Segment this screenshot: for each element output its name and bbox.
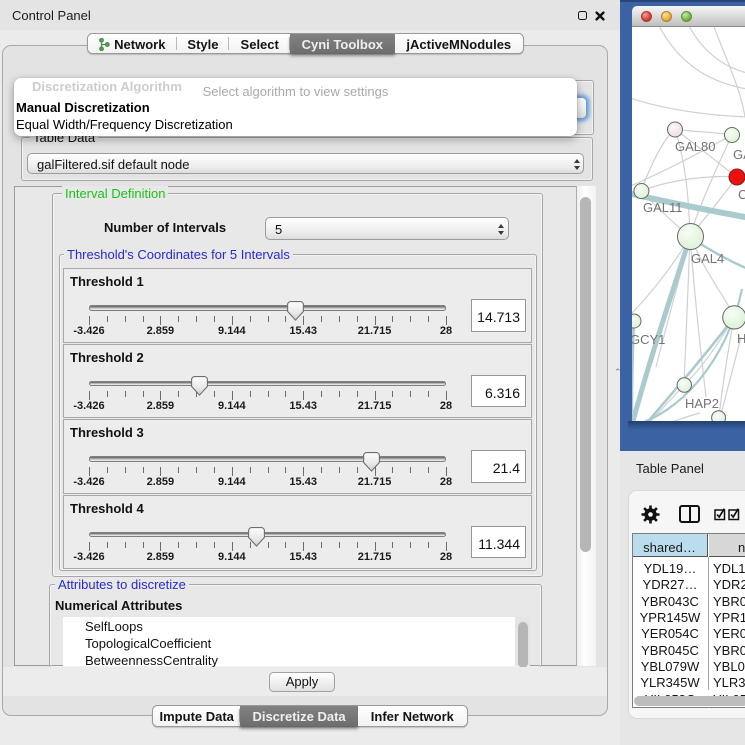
svg-text:GCY1: GCY1 [632, 332, 665, 347]
svg-text:HAP2: HAP2 [685, 396, 719, 411]
svg-text:C: C [738, 187, 745, 202]
svg-text:H: H [737, 331, 745, 346]
svg-text:GAL80: GAL80 [675, 139, 715, 154]
svg-text:GA: GA [733, 147, 745, 162]
svg-text:GAL11: GAL11 [643, 200, 683, 215]
svg-text:GAL4: GAL4 [691, 251, 724, 266]
